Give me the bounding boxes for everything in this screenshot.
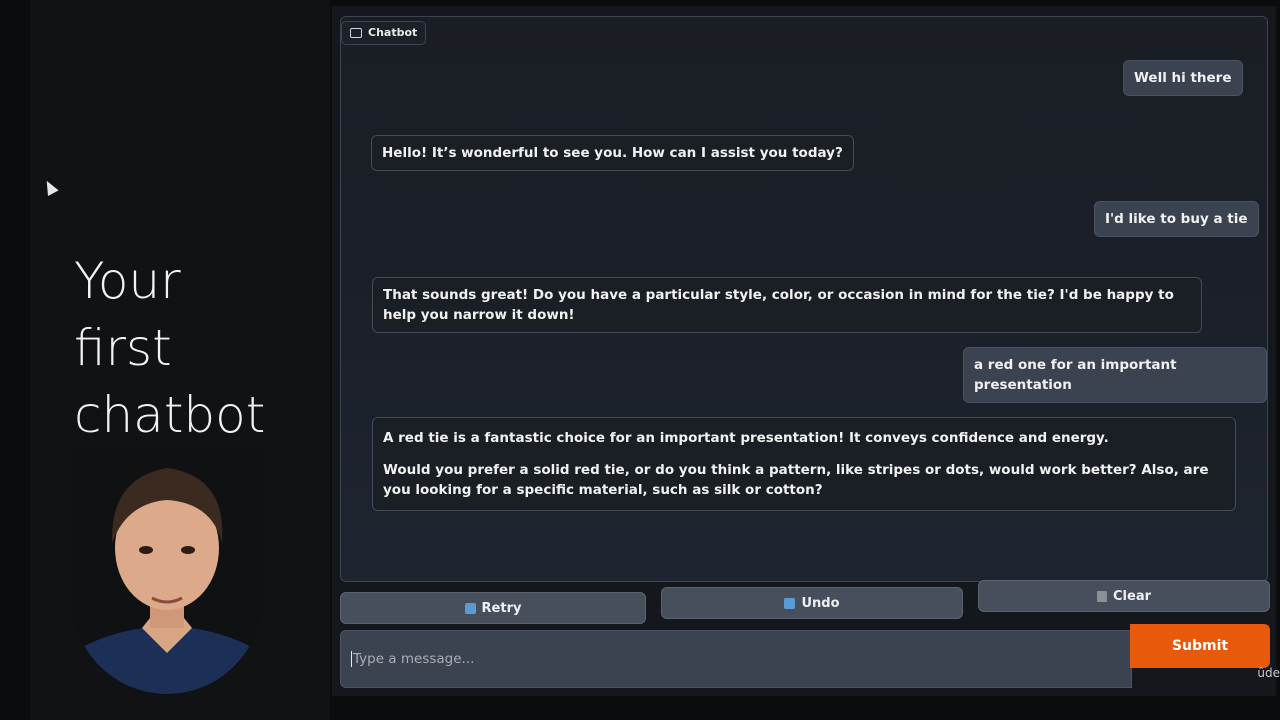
chatbot-label-text: Chatbot	[368, 26, 418, 39]
clear-label: Clear	[1113, 588, 1151, 604]
submit-label: Submit	[1171, 638, 1229, 654]
trash-icon	[1097, 590, 1107, 602]
chat-bubble-icon	[350, 28, 362, 38]
headline-line: first	[74, 319, 172, 377]
bot-message: Hello! It’s wonderful to see you. How ca…	[371, 135, 854, 171]
retry-button[interactable]: Retry	[340, 592, 646, 624]
headline: Your first chatbot	[74, 248, 324, 449]
presenter-silhouette	[72, 448, 262, 694]
user-message: I'd like to buy a tie	[1094, 201, 1259, 237]
undo-button[interactable]: Undo	[661, 587, 963, 619]
message-input[interactable]: Type a message...	[340, 630, 1132, 688]
presenter-video	[72, 448, 262, 694]
headline-line: Your	[74, 252, 181, 310]
bot-message: A red tie is a fantastic choice for an i…	[372, 417, 1236, 511]
message-text: Hello! It’s wonderful to see you. How ca…	[382, 145, 843, 161]
undo-label: Undo	[801, 595, 840, 611]
clear-button[interactable]: Clear	[978, 580, 1270, 612]
message-input-placeholder: Type a message...	[353, 651, 475, 667]
retry-label: Retry	[481, 600, 522, 616]
text-caret	[351, 651, 352, 667]
headline-line: chatbot	[74, 386, 266, 444]
undo-icon	[784, 597, 796, 609]
message-text: That sounds great! Do you have a particu…	[383, 287, 1174, 323]
message-text: I'd like to buy a tie	[1105, 211, 1248, 227]
watermark-text: ûde	[1257, 666, 1280, 680]
user-message: Well hi there	[1123, 60, 1243, 96]
message-paragraph: Would you prefer a solid red tie, or do …	[383, 462, 1209, 498]
bot-message: That sounds great! Do you have a particu…	[372, 277, 1202, 333]
submit-button[interactable]: Submit	[1130, 624, 1270, 668]
chatbot-label: Chatbot	[341, 21, 427, 45]
retry-icon	[464, 602, 476, 614]
message-paragraph: A red tie is a fantastic choice for an i…	[383, 430, 1109, 446]
message-text: Well hi there	[1134, 70, 1232, 86]
message-text: a red one for an important presentation	[974, 357, 1177, 393]
user-message: a red one for an important presentation	[963, 347, 1267, 403]
chatbot-panel: Chatbot Well hi there Hello! It’s wonder…	[340, 16, 1268, 582]
